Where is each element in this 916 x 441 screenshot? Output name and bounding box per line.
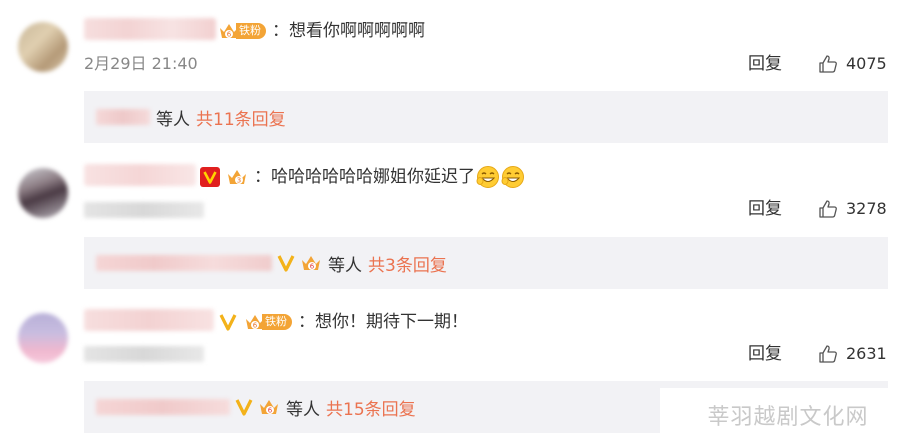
svg-text:6: 6 — [268, 407, 273, 415]
like-count: 4075 — [846, 54, 887, 73]
date-blurred — [84, 202, 204, 218]
reply-button[interactable]: 回复 — [748, 53, 782, 75]
sub-reply-summary[interactable]: 6 等人 共3条回复 — [84, 237, 888, 289]
crown-icon: 6 — [302, 256, 320, 271]
like-button[interactable]: 2631 — [818, 343, 887, 365]
svg-text:6: 6 — [310, 263, 315, 271]
verified-v-icon — [219, 314, 237, 331]
fan-level-badge: 3 — [226, 167, 248, 187]
sub-reply-etc: 等人 — [286, 399, 320, 420]
thumbs-up-icon — [819, 200, 837, 218]
comment-text: ：想看你啊啊啊啊啊 — [272, 21, 425, 41]
avatar[interactable] — [18, 168, 68, 218]
sub-reply-usernames-blurred — [96, 109, 150, 125]
grin-emoji-icon — [501, 166, 524, 188]
verified-v-icon — [200, 167, 220, 187]
like-button[interactable]: 3278 — [818, 198, 887, 220]
comment-text: ：哈哈哈哈哈哈娜姐你延迟了 — [254, 167, 475, 187]
thumbs-up-icon — [819, 345, 837, 363]
reply-button[interactable]: 回复 — [748, 198, 782, 220]
comment-content-row: 3 ：哈哈哈哈哈哈娜姐你延迟了 — [200, 163, 525, 191]
grin-emoji-icon — [476, 166, 499, 188]
username-blurred[interactable] — [84, 18, 216, 40]
crown-icon: 6 — [260, 400, 278, 415]
comment-text: ：想你！期待下一期！ — [298, 312, 468, 332]
like-count: 2631 — [846, 344, 887, 363]
reply-button[interactable]: 回复 — [748, 343, 782, 365]
avatar[interactable] — [18, 313, 68, 363]
avatar[interactable] — [18, 22, 68, 72]
fan-level-badge: 6 铁粉 — [244, 312, 292, 332]
watermark-text: 莘羽越剧文化网 — [707, 404, 869, 430]
verified-v-icon — [235, 399, 253, 416]
thumbs-up-icon — [819, 55, 837, 73]
verified-v-icon — [277, 255, 295, 272]
comment-content-row: 6 铁粉 ：想看你啊啊啊啊啊 — [218, 17, 425, 45]
sub-reply-total-link[interactable]: 共15条回复 — [326, 395, 416, 420]
date-blurred — [84, 346, 204, 362]
like-count: 3278 — [846, 199, 887, 218]
svg-text:3: 3 — [237, 177, 241, 185]
like-button[interactable]: 4075 — [818, 53, 887, 75]
sub-reply-etc: 等人 — [156, 109, 190, 130]
fan-badge-label: 铁粉 — [262, 314, 292, 330]
comment-content-row: 6 铁粉 ：想你！期待下一期！ — [218, 308, 468, 336]
watermark: 莘羽越剧文化网 — [660, 388, 916, 441]
sub-reply-usernames-blurred — [96, 255, 272, 271]
fan-badge-label: 铁粉 — [236, 23, 266, 39]
fan-level-badge: 6 铁粉 — [218, 21, 266, 41]
sub-reply-total-link[interactable]: 共11条回复 — [196, 105, 286, 130]
sub-reply-total-link[interactable]: 共3条回复 — [368, 251, 447, 276]
sub-reply-etc: 等人 — [328, 255, 362, 276]
svg-text:6: 6 — [253, 322, 258, 330]
comment-date: 2月29日 21:40 — [84, 54, 198, 73]
crown-icon: 3 — [228, 170, 246, 185]
username-blurred[interactable] — [84, 164, 196, 186]
sub-reply-summary[interactable]: 等人 共11条回复 — [84, 91, 888, 143]
username-blurred[interactable] — [84, 309, 214, 331]
sub-reply-usernames-blurred — [96, 399, 230, 415]
svg-text:6: 6 — [227, 31, 232, 39]
